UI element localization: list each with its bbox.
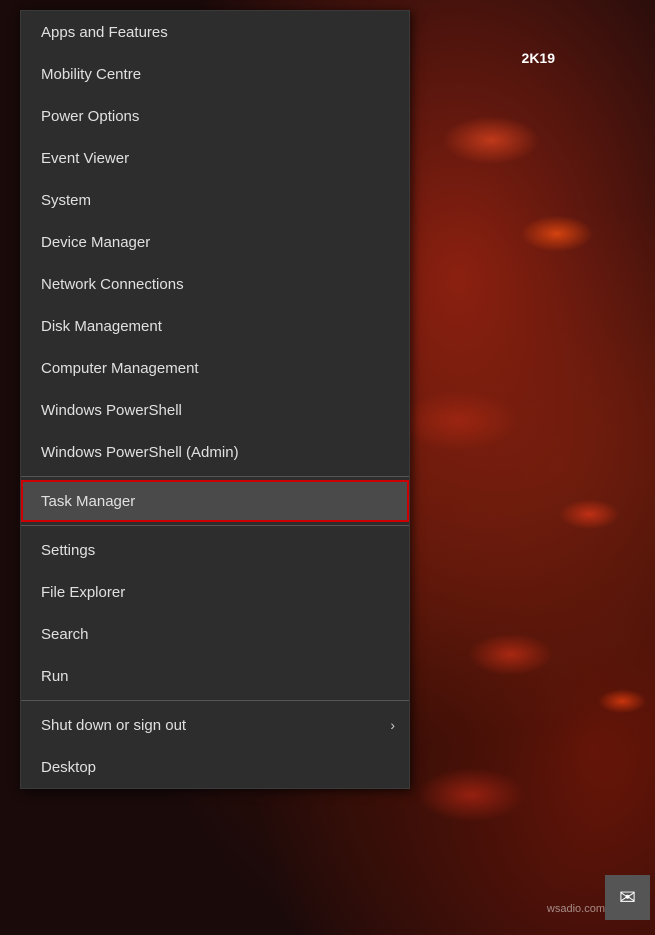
- menu-item-label-run: Run: [41, 668, 69, 685]
- menu-item-file-explorer[interactable]: File Explorer: [21, 571, 409, 613]
- menu-item-label-event-viewer: Event Viewer: [41, 150, 129, 167]
- menu-item-desktop[interactable]: Desktop: [21, 746, 409, 788]
- menu-item-label-desktop: Desktop: [41, 759, 96, 776]
- menu-item-label-shut-down-sign-out: Shut down or sign out: [41, 717, 186, 734]
- menu-item-system[interactable]: System: [21, 179, 409, 221]
- menu-item-label-mobility-centre: Mobility Centre: [41, 66, 141, 83]
- menu-item-label-computer-management: Computer Management: [41, 360, 199, 377]
- menu-item-label-device-manager: Device Manager: [41, 234, 150, 251]
- menu-divider: [21, 700, 409, 701]
- menu-divider: [21, 525, 409, 526]
- menu-divider: [21, 476, 409, 477]
- menu-item-label-power-options: Power Options: [41, 108, 139, 125]
- menu-item-label-system: System: [41, 192, 91, 209]
- menu-item-device-manager[interactable]: Device Manager: [21, 221, 409, 263]
- menu-item-windows-powershell-admin[interactable]: Windows PowerShell (Admin): [21, 431, 409, 473]
- menu-item-network-connections[interactable]: Network Connections: [21, 263, 409, 305]
- menu-item-mobility-centre[interactable]: Mobility Centre: [21, 53, 409, 95]
- menu-item-apps-features[interactable]: Apps and Features: [21, 11, 409, 53]
- menu-item-settings[interactable]: Settings: [21, 529, 409, 571]
- menu-item-search[interactable]: Search: [21, 613, 409, 655]
- watermark: wsadio.com: [547, 903, 605, 915]
- menu-item-power-options[interactable]: Power Options: [21, 95, 409, 137]
- mail-icon[interactable]: ✉: [605, 875, 650, 920]
- menu-item-shut-down-sign-out[interactable]: Shut down or sign out ›: [21, 704, 409, 746]
- menu-item-label-file-explorer: File Explorer: [41, 584, 125, 601]
- menu-item-label-task-manager: Task Manager: [41, 493, 135, 510]
- menu-item-computer-management[interactable]: Computer Management: [21, 347, 409, 389]
- menu-item-windows-powershell[interactable]: Windows PowerShell: [21, 389, 409, 431]
- menu-item-disk-management[interactable]: Disk Management: [21, 305, 409, 347]
- submenu-arrow-icon: ›: [390, 717, 395, 733]
- menu-item-run[interactable]: Run: [21, 655, 409, 697]
- menu-item-label-apps-features: Apps and Features: [41, 24, 168, 41]
- menu-item-label-network-connections: Network Connections: [41, 276, 184, 293]
- menu-item-label-windows-powershell: Windows PowerShell: [41, 402, 182, 419]
- menu-item-event-viewer[interactable]: Event Viewer: [21, 137, 409, 179]
- menu-item-label-windows-powershell-admin: Windows PowerShell (Admin): [41, 444, 239, 461]
- menu-item-label-search: Search: [41, 626, 89, 643]
- label-2k19: 2K19: [522, 50, 555, 66]
- menu-item-label-settings: Settings: [41, 542, 95, 559]
- menu-item-task-manager[interactable]: Task Manager: [21, 480, 409, 522]
- context-menu: Apps and Features Mobility Centre Power Op…: [20, 10, 410, 789]
- menu-item-label-disk-management: Disk Management: [41, 318, 162, 335]
